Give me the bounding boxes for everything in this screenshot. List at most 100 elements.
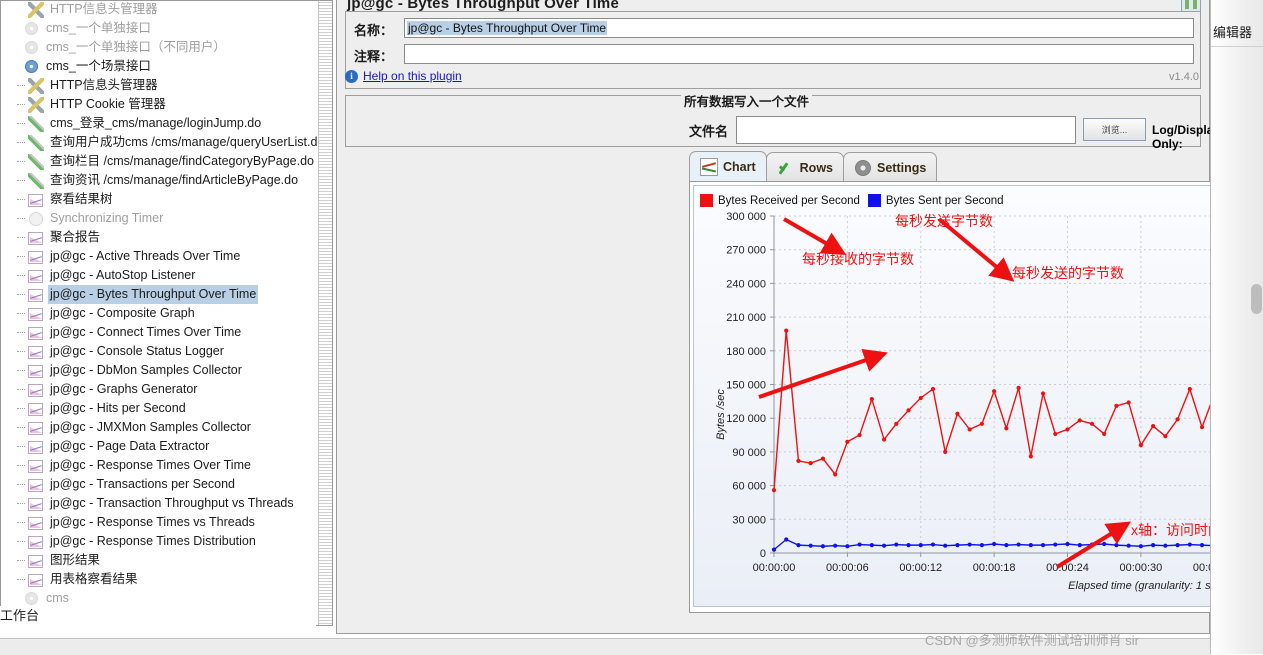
comment-input[interactable] xyxy=(404,44,1194,64)
name-input[interactable]: jp@gc - Bytes Throughput Over Time xyxy=(404,18,1194,38)
tree-item[interactable]: 查询用户成功cms /cms/manage/queryUserList.do xyxy=(0,133,333,152)
tree-item-workbench[interactable]: 工作台 xyxy=(0,606,316,626)
tree-item[interactable]: Synchronizing Timer xyxy=(0,209,333,228)
data-point xyxy=(967,427,972,432)
page-vertical-scrollbar-thumb[interactable] xyxy=(1251,284,1262,314)
tree-item[interactable]: jp@gc - JMXMon Samples Collector xyxy=(0,418,333,437)
tree-item[interactable]: jp@gc - Page Data Extractor xyxy=(0,437,333,456)
data-point xyxy=(894,421,899,426)
y-axis-tick-label: 270 000 xyxy=(726,245,766,257)
filename-input[interactable] xyxy=(736,116,1076,144)
x-axis-tick-label: 00:00:30 xyxy=(1119,562,1162,574)
tree-item[interactable]: jp@gc - Connect Times Over Time xyxy=(0,323,333,342)
tree-item[interactable]: 聚合报告 xyxy=(0,228,333,247)
data-point xyxy=(845,544,850,549)
tree-item[interactable]: jp@gc - Graphs Generator xyxy=(0,380,333,399)
annotation-label: 每秒发送的字节数 xyxy=(1012,265,1124,281)
right-side-panel: 编辑器 xyxy=(1210,0,1263,654)
tree-item[interactable]: cms_一个单独接口（不同用户） xyxy=(0,38,333,57)
data-point xyxy=(881,437,887,442)
tree-item[interactable]: 察看结果树 xyxy=(0,190,333,209)
data-point xyxy=(992,541,997,547)
tree-item[interactable]: HTTP信息头管理器 xyxy=(0,0,333,19)
x-axis-tick-label: 00:00:18 xyxy=(973,562,1016,574)
help-on-plugin-link[interactable]: Help on this plugin xyxy=(363,69,462,83)
test-plan-tree[interactable]: HTTP信息头管理器 cms_一个单独接口 cms_一个单独接口（不同用户） cms_… xyxy=(0,0,333,638)
x-axis-tick-label: 00:00:12 xyxy=(899,562,942,574)
tree-vertical-scrollbar[interactable] xyxy=(318,0,333,626)
tree-item[interactable]: 图形结果 xyxy=(0,551,333,570)
help-row: i Help on this plugin xyxy=(345,69,462,83)
tree-item[interactable]: cms_登录_cms/manage/loginJump.do xyxy=(0,114,333,133)
tree-item[interactable]: jp@gc - DbMon Samples Collector xyxy=(0,361,333,380)
name-label: 名称： xyxy=(354,23,394,38)
y-axis-tick-label: 180 000 xyxy=(726,346,766,358)
data-point xyxy=(894,542,899,547)
data-point xyxy=(771,547,777,552)
tree-item[interactable]: 查询栏目 /cms/manage/findCategoryByPage.do xyxy=(0,152,333,171)
tree-item[interactable]: 用表格察看结果 xyxy=(0,570,333,589)
tab-rows[interactable]: Rows xyxy=(765,152,844,183)
y-axis-tick-label: 30 000 xyxy=(732,514,766,526)
name-input-value: jp@gc - Bytes Throughput Over Time xyxy=(407,21,608,35)
y-axis-tick-label: 120 000 xyxy=(726,413,766,425)
chart-icon xyxy=(28,325,44,341)
data-point xyxy=(1151,423,1156,429)
tree-item[interactable]: jp@gc - Active Threads Over Time xyxy=(0,247,333,266)
tree-elbow-connector xyxy=(14,0,28,19)
tree-item[interactable]: cms_一个场景接口 xyxy=(0,57,333,76)
tree-item[interactable]: HTTP信息头管理器 xyxy=(0,76,333,95)
wrench-icon xyxy=(28,77,44,94)
tree-elbow-connector xyxy=(14,437,28,456)
data-point xyxy=(918,395,923,401)
data-point xyxy=(906,543,911,548)
data-point xyxy=(1175,543,1180,548)
data-point xyxy=(979,543,985,548)
x-axis-tick-label: 00:00:06 xyxy=(826,562,869,574)
tree-elbow-connector xyxy=(14,133,28,152)
plugin-version-label: v1.4.0 xyxy=(1169,71,1199,83)
tree-item[interactable]: HTTP Cookie 管理器 xyxy=(0,95,333,114)
tree-item[interactable]: jp@gc - Bytes Throughput Over Time xyxy=(0,285,333,304)
annotation-arrow xyxy=(782,217,847,256)
tree-item[interactable]: jp@gc - AutoStop Listener xyxy=(0,266,333,285)
browse-button[interactable]: 浏览... xyxy=(1083,118,1146,141)
tree-item[interactable]: 查询资讯 /cms/manage/findArticleByPage.do xyxy=(0,171,333,190)
data-point xyxy=(1040,391,1046,396)
data-point xyxy=(833,472,838,477)
tree-item[interactable]: jp@gc - Response Times Over Time xyxy=(0,456,333,475)
tree-item[interactable]: jp@gc - Response Times vs Threads xyxy=(0,513,333,532)
tree-item-label: jp@gc - Response Times Over Time xyxy=(50,458,251,472)
data-point xyxy=(1102,541,1107,547)
data-point xyxy=(857,542,862,547)
pen-icon xyxy=(28,172,44,189)
tab-chart[interactable]: Chart xyxy=(689,151,767,183)
tree-elbow-connector xyxy=(14,532,28,551)
chart-svg: 0 30 000 60 000 90 000 120 000 150 000 180 000… xyxy=(715,211,1263,592)
tree-item[interactable]: jp@gc - Hits per Second xyxy=(0,399,333,418)
tree-item-label: jp@gc - DbMon Samples Collector xyxy=(50,363,242,377)
data-point xyxy=(820,456,826,461)
clock-icon xyxy=(28,211,44,227)
data-point xyxy=(1102,431,1107,437)
data-point xyxy=(1089,421,1095,426)
tree-item[interactable]: jp@gc - Console Status Logger xyxy=(0,342,333,361)
tree-item[interactable]: cms_一个单独接口 xyxy=(0,19,333,38)
data-point xyxy=(796,543,801,548)
chart-container: jmeter-plugins.org Bytes Received per Se… xyxy=(689,181,1263,613)
tree-item-label: 察看结果树 xyxy=(50,192,113,206)
tree-item[interactable]: jp@gc - Transaction Throughput vs Thread… xyxy=(0,494,333,513)
tree-item[interactable]: jp@gc - Response Times Distribution xyxy=(0,532,333,551)
tab-label: Chart xyxy=(723,160,756,174)
chart-icon xyxy=(28,192,44,208)
tree-item[interactable]: jp@gc - Composite Graph xyxy=(0,304,333,323)
data-point xyxy=(992,389,997,394)
chart-plot-area[interactable]: jmeter-plugins.org Bytes Received per Se… xyxy=(693,185,1263,607)
data-point xyxy=(967,542,972,547)
chart-icon xyxy=(28,249,44,265)
tree-elbow-connector xyxy=(14,209,28,228)
tree-item-label: HTTP信息头管理器 xyxy=(50,78,158,92)
tab-settings[interactable]: Settings xyxy=(843,152,938,183)
tree-item[interactable]: jp@gc - Transactions per Second xyxy=(0,475,333,494)
gear-icon xyxy=(24,591,40,607)
